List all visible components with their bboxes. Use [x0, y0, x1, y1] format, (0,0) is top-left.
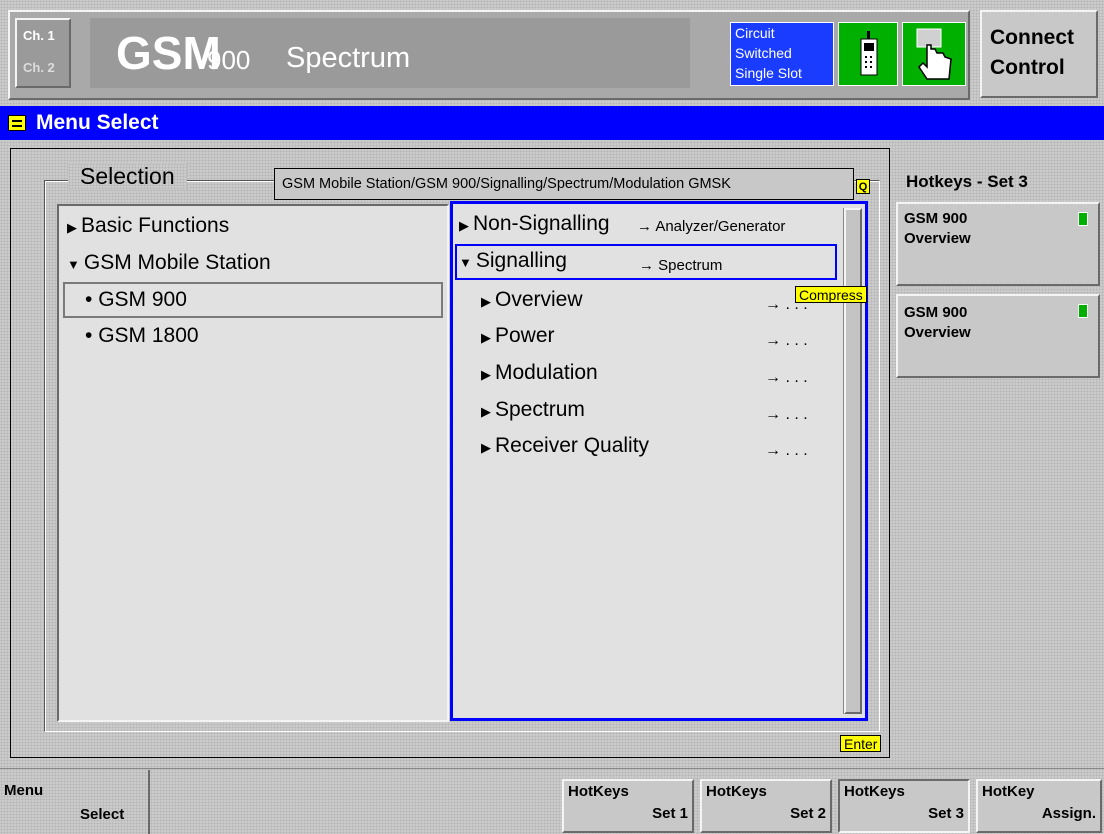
selection-path: GSM Mobile Station/GSM 900/Signalling/Sp… — [274, 168, 854, 200]
hotkey-line1: GSM 900 — [904, 210, 968, 227]
softkey-line1: HotKey — [982, 783, 1035, 800]
tree-item-gsm-900[interactable]: • GSM 900 — [85, 288, 187, 312]
expand-arrow-icon: ▶ — [481, 330, 491, 345]
right-tree-panel[interactable]: ▶ Non-Signalling → Analyzer/Generator ▼ Si… — [450, 201, 868, 721]
softkey-line1: HotKeys — [844, 783, 905, 800]
softkey-hotkey-assign[interactable]: HotKey Assign. — [976, 779, 1102, 833]
selection-path-text: GSM Mobile Station/GSM 900/Signalling/Sp… — [282, 176, 731, 192]
tree-item-gsm-1800[interactable]: • GSM 1800 — [85, 324, 199, 348]
scrollbar-track[interactable] — [843, 208, 862, 714]
tree-item-modulation[interactable]: ▶ Modulation — [481, 361, 598, 385]
expand-arrow-icon: ▶ — [481, 440, 491, 455]
hotkeys-title: Hotkeys - Set 3 — [906, 172, 1028, 191]
title-mode: Spectrum — [286, 42, 411, 74]
mobile-phone-icon — [838, 22, 898, 86]
item-target: → . . . — [765, 406, 808, 423]
expand-arrow-icon: ▶ — [459, 218, 469, 233]
enter-badge[interactable]: Enter — [840, 735, 882, 752]
menu-select-softkey[interactable]: Menu Select — [0, 770, 150, 834]
title-main: GSM — [116, 27, 221, 79]
channel-1[interactable]: Ch. 1 — [23, 28, 55, 43]
tree-item-power[interactable]: ▶ Power — [481, 324, 555, 348]
item-target: → . . . — [765, 332, 808, 349]
softkey-line1: HotKeys — [568, 783, 629, 800]
connect-control-line1: Connect — [990, 26, 1074, 49]
hotkey-gsm900-overview-2[interactable]: GSM 900 Overview — [896, 294, 1100, 378]
softkey-hotkeys-set2[interactable]: HotKeys Set 2 — [700, 779, 832, 833]
softkey-line2: Select — [80, 806, 125, 823]
page-title: GSM 900 Spectrum — [90, 18, 690, 88]
tree-item-receiver-quality[interactable]: ▶ Receiver Quality — [481, 434, 649, 458]
tree-item-signalling[interactable]: ▼ Signalling — [459, 249, 567, 273]
expand-arrow-icon: ▶ — [67, 220, 77, 235]
hotkey-line2: Overview — [904, 324, 971, 341]
softkey-line2: Assign. — [1041, 805, 1096, 822]
tree-item-overview[interactable]: ▶ Overview — [481, 288, 583, 312]
softkey-line1: HotKeys — [706, 783, 767, 800]
tree-item-non-signalling[interactable]: ▶ Non-Signalling — [459, 212, 610, 236]
tree-label: Signalling — [475, 249, 567, 272]
compress-badge[interactable]: Compress — [795, 286, 867, 303]
channel-selector[interactable]: Ch. 1 Ch. 2 — [15, 18, 71, 88]
connect-control-line2: Control — [990, 56, 1065, 79]
tree-label: Receiver Quality — [495, 434, 650, 457]
tree-label: Non-Signalling — [473, 212, 610, 235]
softkey-hotkeys-set1[interactable]: HotKeys Set 1 — [562, 779, 694, 833]
tree-label: GSM 900 — [98, 288, 187, 311]
tree-item-gsm-mobile-station[interactable]: ▼ GSM Mobile Station — [67, 251, 271, 275]
softkey-line2: Set 1 — [652, 805, 688, 822]
connection-line1: Circuit — [735, 25, 775, 41]
item-target: → . . . — [765, 442, 808, 459]
menu-select-bar: Menu Select — [0, 106, 1104, 140]
tree-label: GSM 1800 — [98, 324, 199, 347]
hotkey-line2: Overview — [904, 230, 971, 247]
scrollbar-thumb[interactable] — [844, 208, 862, 714]
expand-arrow-icon: ▶ — [481, 404, 491, 419]
mobile-mini-icon — [1078, 212, 1088, 226]
softkey-line2: Set 3 — [928, 805, 964, 822]
tree-label: Power — [495, 324, 555, 347]
hotkey-line1: GSM 900 — [904, 304, 968, 321]
tree-label: Overview — [495, 288, 583, 311]
selection-label: Selection — [68, 163, 187, 190]
menu-icon[interactable] — [8, 115, 26, 131]
connection-line3: Single Slot — [735, 65, 802, 81]
softkey-line1: Menu — [4, 782, 44, 799]
remote-hand-icon[interactable] — [902, 22, 966, 86]
tree-label: Spectrum — [495, 398, 585, 421]
quick-search-badge[interactable]: Q — [856, 179, 870, 194]
connection-status: Circuit Switched Single Slot — [730, 22, 834, 86]
tree-label: GSM Mobile Station — [83, 251, 271, 274]
channel-2[interactable]: Ch. 2 — [23, 60, 55, 75]
connect-control-button[interactable]: Connect Control — [980, 10, 1098, 98]
collapse-arrow-icon: ▼ — [67, 257, 80, 272]
mobile-mini-icon — [1078, 304, 1088, 318]
non-signalling-target: → Analyzer/Generator — [637, 218, 786, 235]
signalling-target: → Spectrum — [639, 257, 723, 274]
tree-item-basic-functions[interactable]: ▶ Basic Functions — [67, 214, 229, 238]
softkey-hotkeys-set3[interactable]: HotKeys Set 3 — [838, 779, 970, 833]
softkey-line2: Set 2 — [790, 805, 826, 822]
tree-item-spectrum[interactable]: ▶ Spectrum — [481, 398, 585, 422]
menu-select-title: Menu Select — [36, 111, 159, 134]
left-tree-panel[interactable]: ▶ Basic Functions ▼ GSM Mobile Station • G… — [57, 204, 449, 722]
title-band: 900 — [207, 45, 251, 75]
expand-arrow-icon: ▶ — [481, 294, 491, 309]
expand-arrow-icon: ▶ — [481, 367, 491, 382]
hotkey-gsm900-overview-1[interactable]: GSM 900 Overview — [896, 202, 1100, 286]
tree-label: Basic Functions — [81, 214, 230, 237]
tree-label: Modulation — [495, 361, 598, 384]
collapse-arrow-icon: ▼ — [459, 255, 472, 270]
connection-line2: Switched — [735, 45, 792, 61]
item-target: → . . . — [765, 369, 808, 386]
